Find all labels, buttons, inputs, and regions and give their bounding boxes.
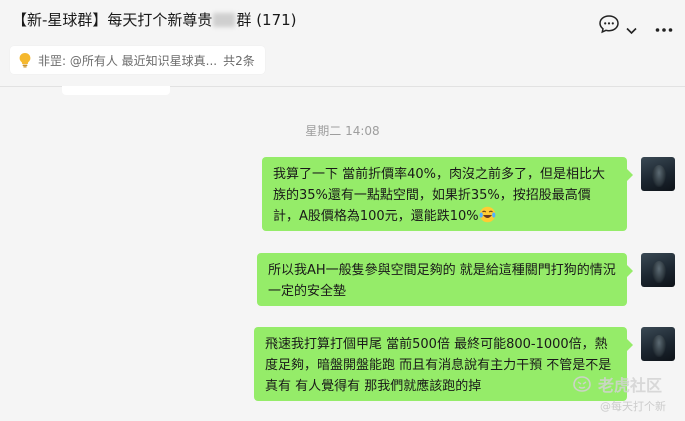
chat-title: 【新-星球群】每天打个新尊贵 群 (171): [12, 9, 297, 30]
lightbulb-icon: [18, 52, 32, 68]
message-bubble[interactable]: 我算了一下 當前折價率40%，肉沒之前多了，但是相比大族的35%還有一點點空間，…: [262, 157, 633, 231]
chevron-down-icon[interactable]: [626, 20, 637, 39]
message-text: 所以我AH一般隻參與空間足夠的 就是給這種關門打狗的情況一定的安全墊: [268, 263, 616, 299]
handle-watermark: @每天打个新: [600, 400, 666, 413]
brand-watermark-text: 老虎社区: [598, 376, 663, 395]
chat-header: 【新-星球群】每天打个新尊贵 群 (171): [0, 0, 685, 40]
tiger-logo-icon: [572, 375, 592, 393]
message-text: 我算了一下 當前折價率40%，肉沒之前多了，但是相比大族的35%還有一點點空間，…: [273, 167, 606, 224]
avatar[interactable]: [641, 327, 675, 361]
chat-bubble-icon[interactable]: [598, 14, 620, 38]
chat-title-prefix: 【新-星球群】每天打个新尊贵: [12, 11, 213, 29]
pinned-text: 非罡: @所有人 最近知识星球真...: [38, 53, 218, 68]
chat-title-suffix: 群 (171): [236, 11, 297, 29]
message-text: 飛速我打算打個甲尾 當前500倍 最終可能800-1000倍，熱度足夠，暗盤開盤…: [265, 337, 612, 394]
previous-message-bubble[interactable]: [62, 86, 170, 95]
timestamp: 星期二 14:08: [305, 124, 380, 138]
pinned-count: 共2条: [223, 53, 255, 68]
laughing-tears-emoji: [479, 206, 496, 230]
avatar[interactable]: [641, 253, 675, 287]
more-icon[interactable]: [655, 18, 673, 37]
avatar[interactable]: [641, 157, 675, 191]
message-bubble[interactable]: 所以我AH一般隻參與空間足夠的 就是給這種關門打狗的情況一定的安全墊: [257, 253, 633, 306]
brand-watermark: 老虎社区: [572, 372, 662, 396]
redacted-text: [213, 13, 236, 27]
pinned-announcement[interactable]: 非罡: @所有人 最近知识星球真... 共2条: [10, 46, 265, 74]
